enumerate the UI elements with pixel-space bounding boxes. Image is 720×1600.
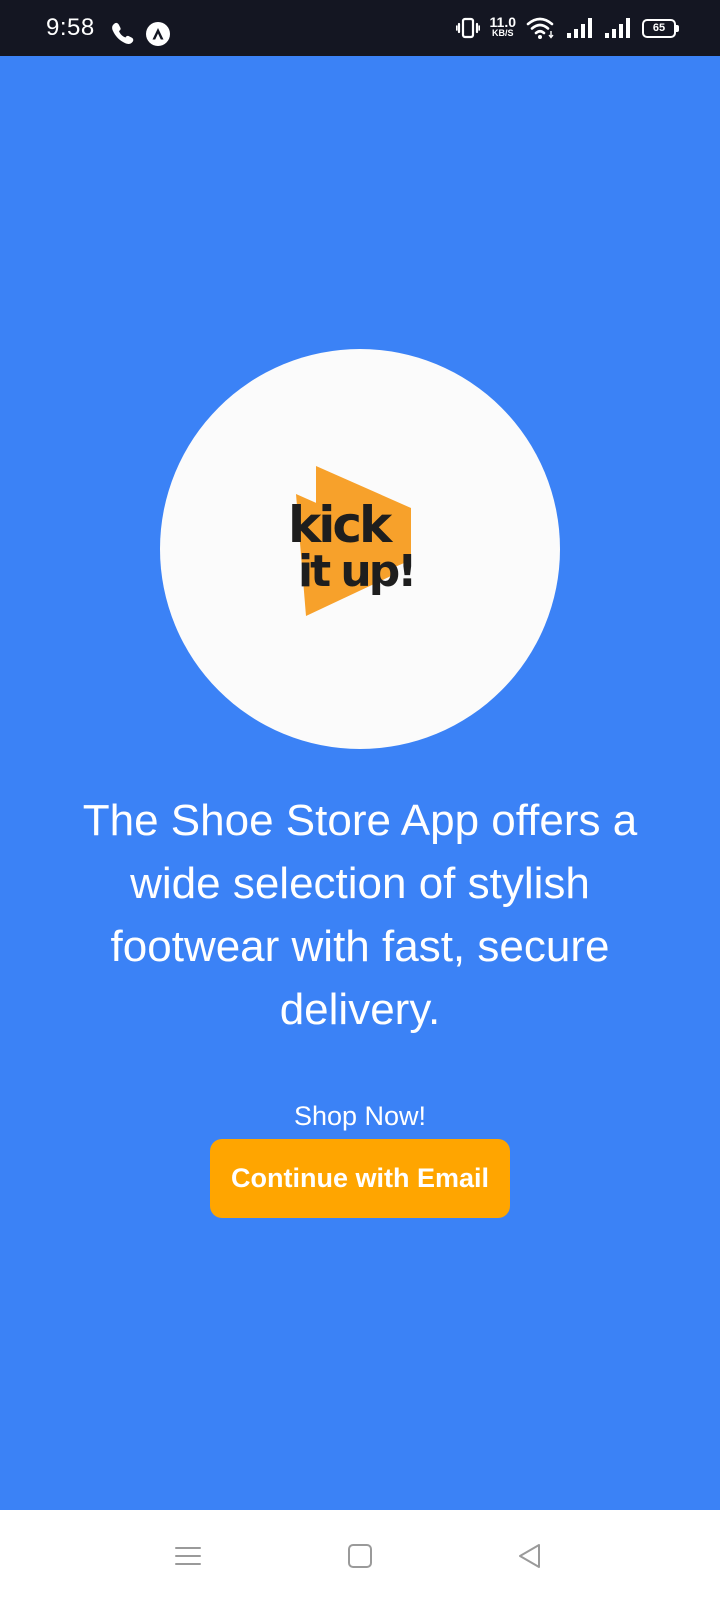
signal-icon bbox=[567, 18, 592, 38]
splash-screen: 9:58 11.0 KB/S 65 kick it up! The Shoe S… bbox=[0, 0, 720, 1600]
network-speed-value: 11.0 bbox=[489, 14, 516, 30]
home-square-icon bbox=[348, 1544, 372, 1568]
nav-menu-button[interactable] bbox=[166, 1534, 210, 1578]
status-bar: 9:58 11.0 KB/S 65 bbox=[0, 0, 720, 56]
shop-now-label: Shop Now! bbox=[293, 1101, 427, 1131]
back-triangle-icon bbox=[519, 1544, 540, 1568]
continue-with-email-button[interactable]: Continue with Email bbox=[210, 1139, 510, 1218]
app-notification-icon bbox=[146, 22, 170, 46]
app-description: The Shoe Store App offers a wide selecti… bbox=[82, 796, 638, 1034]
status-right-icons: 11.0 KB/S 65 bbox=[455, 14, 679, 42]
signal-icon bbox=[605, 18, 630, 38]
logo-text-line2: it up! bbox=[298, 546, 414, 597]
navigation-bar bbox=[0, 1510, 720, 1600]
kick-it-up-logo: kick it up! bbox=[288, 466, 417, 616]
logo-circle: kick it up! bbox=[160, 349, 560, 749]
status-time: 9:58 bbox=[46, 14, 95, 41]
network-speed: 11.0 KB/S bbox=[489, 14, 516, 39]
network-speed-unit: KB/S bbox=[492, 28, 514, 38]
nav-home-button[interactable] bbox=[338, 1534, 382, 1578]
menu-icon bbox=[175, 1547, 201, 1565]
wifi-icon bbox=[526, 17, 554, 39]
battery-level: 65 bbox=[652, 22, 666, 34]
vibrate-icon bbox=[455, 17, 480, 39]
battery-icon: 65 bbox=[642, 18, 679, 38]
nav-back-button[interactable] bbox=[508, 1534, 552, 1578]
phone-icon bbox=[112, 22, 134, 44]
status-left-icons bbox=[110, 21, 180, 49]
